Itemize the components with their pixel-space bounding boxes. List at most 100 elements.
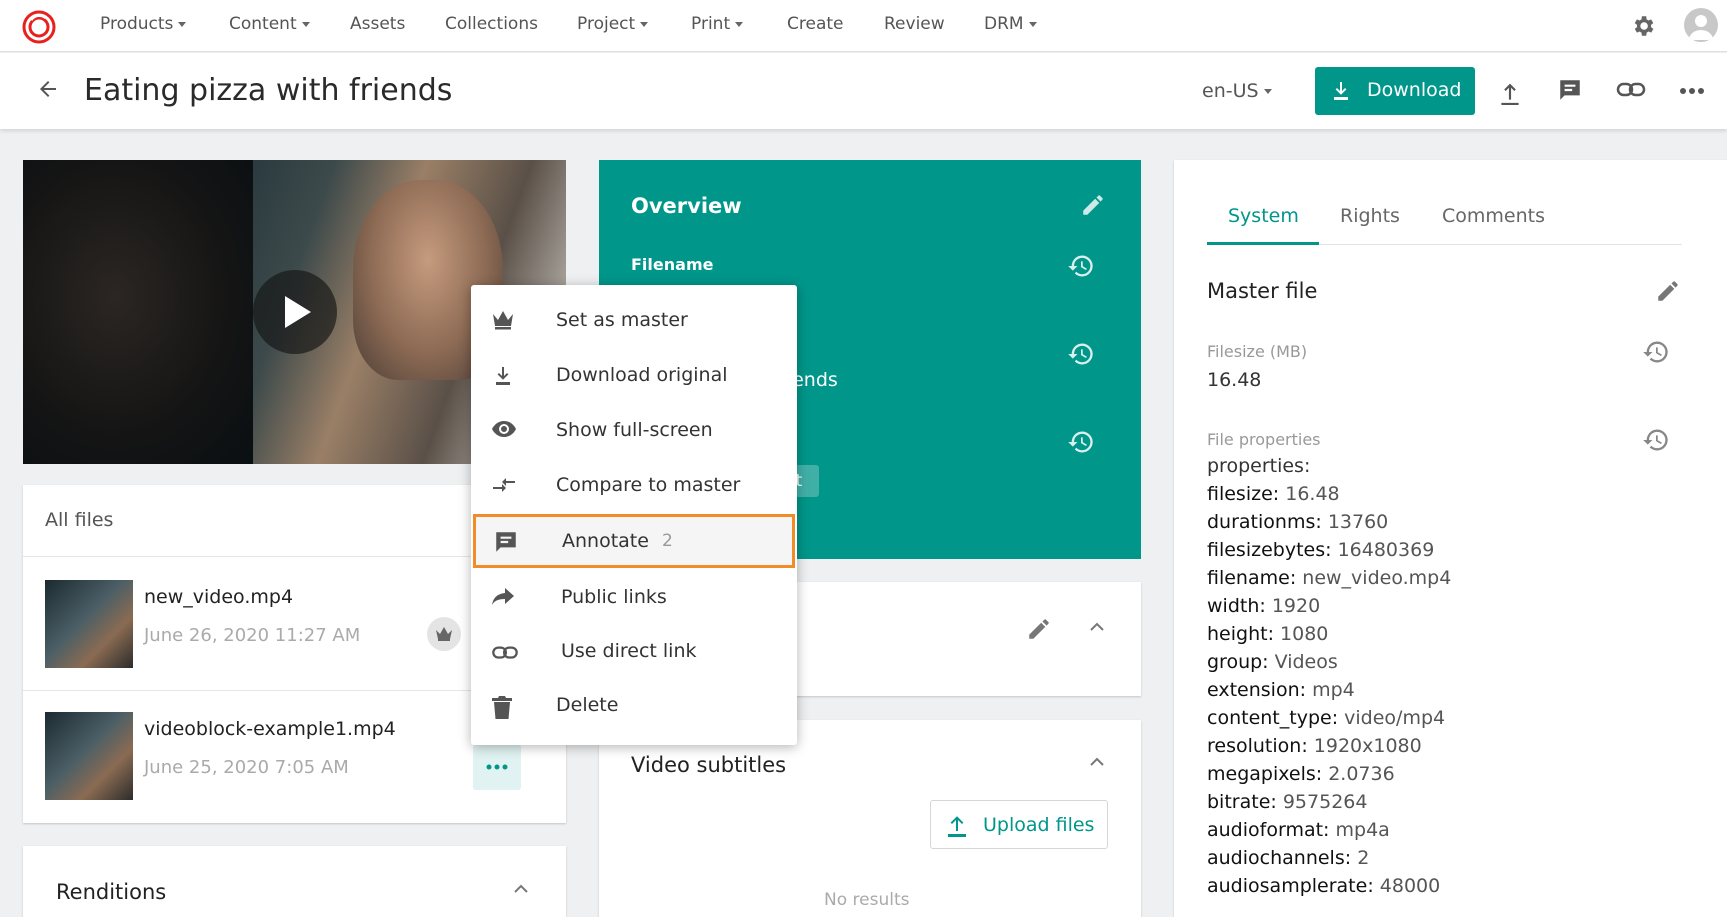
- property-row: resolution: 1920x1080: [1207, 735, 1422, 757]
- chevron-down-icon: [1028, 21, 1037, 27]
- master-badge: [427, 617, 461, 651]
- active-tab-indicator: [1207, 242, 1319, 245]
- file-date: June 25, 2020 7:05 AM: [144, 757, 349, 778]
- chevron-down-icon: [640, 21, 649, 27]
- comment-icon: [496, 532, 516, 552]
- more-options-icon[interactable]: [1679, 87, 1705, 95]
- chevron-up-icon[interactable]: [513, 884, 529, 894]
- nav-review[interactable]: Review: [884, 14, 945, 34]
- chevron-down-icon: [1263, 89, 1272, 94]
- top-navigation-bar: Products Content Assets Collections Proj…: [0, 0, 1727, 52]
- menu-item-annotate[interactable]: Annotate 2: [473, 514, 795, 568]
- menu-item-public-links[interactable]: Public links: [471, 571, 797, 625]
- menu-item-show-full-screen[interactable]: Show full-screen: [471, 404, 797, 458]
- edit-pencil-icon[interactable]: [1080, 192, 1106, 218]
- property-row: bitrate: 9575264: [1207, 791, 1368, 813]
- page-title: Eating pizza with friends: [84, 73, 453, 108]
- property-row: audioformat: mp4a: [1207, 819, 1390, 841]
- tab-rights[interactable]: Rights: [1340, 205, 1400, 227]
- empty-state-text: No results: [824, 890, 910, 910]
- property-row: extension: mp4: [1207, 679, 1355, 701]
- filename-label: Filename: [631, 255, 714, 274]
- upload-files-button[interactable]: Upload files: [930, 800, 1108, 849]
- crown-icon: [436, 627, 452, 641]
- file-properties-list: properties: filesize: 16.48 durationms: …: [1207, 452, 1687, 900]
- history-icon[interactable]: [1066, 252, 1096, 280]
- property-row: audiosamplerate: 48000: [1207, 875, 1441, 897]
- property-row: height: 1080: [1207, 623, 1329, 645]
- file-context-menu: Set as master Download original Show ful…: [471, 285, 797, 745]
- nav-drm[interactable]: DRM: [984, 14, 1037, 34]
- download-button[interactable]: Download: [1315, 67, 1475, 115]
- edit-pencil-icon[interactable]: [1026, 616, 1052, 642]
- download-icon: [1334, 82, 1348, 100]
- chevron-down-icon: [735, 21, 744, 27]
- compare-icon: [493, 478, 515, 492]
- link-icon: [492, 646, 518, 659]
- history-icon[interactable]: [1066, 340, 1096, 368]
- video-subtitles-card: Video subtitles Upload files No results: [599, 720, 1141, 917]
- property-row: megapixels: 2.0736: [1207, 763, 1395, 785]
- video-frame-left: [23, 160, 253, 464]
- trash-icon: [492, 696, 512, 719]
- property-row: filesizebytes: 16480369: [1207, 539, 1435, 561]
- property-row: audiochannels: 2: [1207, 847, 1370, 869]
- share-arrow-icon: [492, 588, 514, 605]
- gear-icon[interactable]: [1630, 13, 1656, 39]
- file-name: new_video.mp4: [144, 586, 294, 608]
- play-icon: [285, 296, 311, 328]
- property-row: content_type: video/mp4: [1207, 707, 1446, 729]
- chevron-up-icon[interactable]: [1089, 622, 1105, 632]
- download-icon: [496, 367, 510, 385]
- eye-icon: [492, 421, 516, 437]
- nav-collections[interactable]: Collections: [445, 14, 538, 34]
- tab-comments[interactable]: Comments: [1442, 205, 1545, 227]
- menu-item-use-direct-link[interactable]: Use direct link: [471, 625, 797, 679]
- tab-system[interactable]: System: [1228, 205, 1299, 227]
- menu-item-download-original[interactable]: Download original: [471, 349, 797, 403]
- renditions-title: Renditions: [56, 880, 167, 904]
- file-date: June 26, 2020 11:27 AM: [144, 625, 361, 646]
- upload-icon: [948, 816, 966, 837]
- history-icon[interactable]: [1641, 426, 1671, 454]
- link-icon[interactable]: [1616, 79, 1646, 101]
- app-logo-icon[interactable]: [22, 10, 56, 44]
- chevron-down-icon: [301, 21, 310, 27]
- nav-project[interactable]: Project: [577, 14, 649, 34]
- nav-create[interactable]: Create: [787, 14, 844, 34]
- user-avatar[interactable]: [1684, 8, 1718, 42]
- annotation-count: 2: [662, 531, 673, 551]
- nav-content[interactable]: Content: [229, 14, 310, 34]
- property-row: filename: new_video.mp4: [1207, 567, 1452, 589]
- more-options-icon: [486, 764, 508, 770]
- subtitles-title: Video subtitles: [631, 753, 787, 777]
- upload-icon[interactable]: [1497, 77, 1523, 105]
- filesize-label: Filesize (MB): [1207, 342, 1308, 361]
- file-more-button[interactable]: [473, 744, 521, 790]
- menu-item-delete[interactable]: Delete: [471, 679, 797, 733]
- renditions-card: Renditions: [23, 846, 566, 917]
- file-properties-label: File properties: [1207, 430, 1321, 449]
- nav-print[interactable]: Print: [691, 14, 744, 34]
- crown-icon: [493, 311, 513, 330]
- locale-selector[interactable]: en-US: [1202, 80, 1272, 102]
- all-files-title: All files: [45, 509, 114, 531]
- menu-item-set-as-master[interactable]: Set as master: [471, 294, 797, 348]
- comment-icon[interactable]: [1556, 77, 1584, 103]
- chevron-down-icon: [178, 21, 187, 27]
- history-icon[interactable]: [1641, 338, 1671, 366]
- play-button[interactable]: [253, 270, 337, 354]
- chevron-up-icon[interactable]: [1089, 757, 1105, 767]
- back-arrow-icon[interactable]: [36, 77, 60, 101]
- history-icon[interactable]: [1066, 428, 1096, 456]
- menu-item-compare-to-master[interactable]: Compare to master: [471, 459, 797, 513]
- overview-title: Overview: [631, 194, 742, 218]
- property-row: filesize: 16.48: [1207, 483, 1340, 505]
- file-name: videoblock-example1.mp4: [144, 718, 396, 740]
- edit-pencil-icon[interactable]: [1655, 278, 1681, 304]
- page-header: Eating pizza with friends en-US Download: [0, 53, 1727, 129]
- properties-header: properties:: [1207, 455, 1311, 477]
- nav-assets[interactable]: Assets: [350, 14, 405, 34]
- filesize-value: 16.48: [1207, 369, 1262, 391]
- nav-products[interactable]: Products: [100, 14, 187, 34]
